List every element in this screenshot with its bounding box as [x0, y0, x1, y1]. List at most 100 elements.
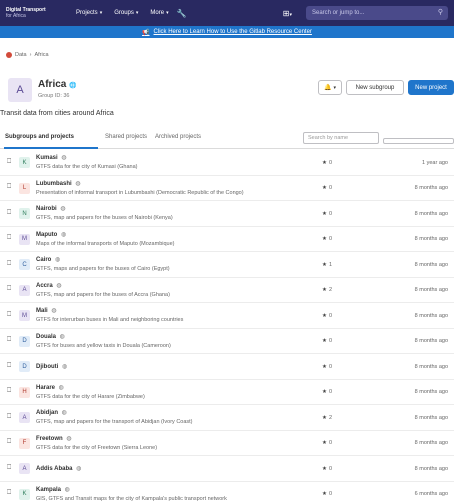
- project-name: Abidjan: [36, 410, 58, 416]
- active-tab-indicator: [4, 147, 98, 149]
- project-avatar: M: [19, 233, 30, 245]
- project-row[interactable]: ⎕ L Lubumbashi ◍ Presentation of informal t…: [0, 176, 454, 201]
- star-count: ★ 0: [322, 338, 332, 344]
- last-updated: 8 months ago: [414, 440, 448, 447]
- project-name-link[interactable]: Kumasi ◍: [36, 154, 67, 161]
- project-name-link[interactable]: Lubumbashi ◍: [36, 180, 81, 187]
- project-row[interactable]: ⎕ M Maputo ◍ Maps of the informal transport…: [0, 227, 454, 252]
- wrench-icon[interactable]: 🔧: [177, 9, 187, 18]
- tab-archived-projects[interactable]: Archived projects: [155, 134, 201, 140]
- project-row[interactable]: ⎕ K Kampala ◍ GIS, GTFS and Transit maps fo…: [0, 482, 454, 503]
- star-count-value: 0: [328, 491, 332, 498]
- project-description: GTFS, map and papers for the buses of Na…: [36, 215, 173, 221]
- chevron-down-icon: ▾: [333, 84, 336, 91]
- project-row[interactable]: ⎕ C Cairo ◍ GTFS, maps and papers for the b…: [0, 252, 454, 278]
- star-count-value: 1: [328, 261, 332, 268]
- project-name-link[interactable]: Douala ◍: [36, 333, 65, 340]
- project-row[interactable]: ⎕ M Mali ◍ GTFS for interurban buses in Mal…: [0, 303, 454, 329]
- star-icon: ★: [322, 389, 327, 396]
- globe-icon: ◍: [74, 465, 82, 472]
- breadcrumb-current[interactable]: Africa: [34, 52, 48, 58]
- project-name: Kampala: [36, 486, 62, 493]
- groups-menu[interactable]: Groups ▾: [114, 10, 138, 16]
- star-count: ★ 0: [322, 491, 332, 497]
- bookmark-icon: ⎕: [7, 285, 12, 293]
- sort-dropdown[interactable]: [383, 138, 454, 144]
- new-project-button[interactable]: New project: [408, 80, 454, 95]
- project-name-link[interactable]: Freetown ◍: [36, 435, 72, 442]
- project-row[interactable]: ⎕ H Harare ◍ GTFS data for the city of Hara…: [0, 380, 454, 405]
- project-name-link[interactable]: Nairobi ◍: [36, 205, 66, 212]
- search-input[interactable]: Search or jump to... ⚲: [306, 6, 448, 20]
- project-name-link[interactable]: Harare ◍: [36, 384, 64, 391]
- project-description: GIS, GTFS and Transit maps for the city …: [36, 495, 227, 502]
- star-icon: ★: [322, 491, 327, 498]
- star-count: ★ 0: [322, 185, 332, 191]
- globe-icon: ◍: [59, 155, 67, 161]
- project-row[interactable]: ⎕ K Kumasi ◍ GTFS data for the city of Kuma…: [0, 150, 454, 176]
- group-id: Group ID: 36: [38, 93, 70, 99]
- breadcrumb-root[interactable]: Data: [15, 52, 27, 58]
- project-name-link[interactable]: Kampala ◍: [36, 486, 70, 493]
- project-description: GTFS for interurban buses in Mali and ne…: [36, 317, 184, 323]
- tab-shared-projects[interactable]: Shared projects: [105, 134, 147, 140]
- more-menu-label: More: [150, 10, 165, 16]
- bookmark-icon: ⎕: [7, 310, 12, 318]
- group-description: Transit data from cities around Africa: [0, 110, 114, 117]
- search-by-name-input[interactable]: Search by name: [303, 132, 379, 144]
- project-row[interactable]: ⎕ A Addis Ababa ◍ ★ 0 8 months ago: [0, 456, 454, 482]
- notification-button[interactable]: 🔔 ▾: [318, 80, 342, 95]
- last-updated: 8 months ago: [414, 236, 448, 243]
- star-count: ★ 1: [322, 262, 332, 268]
- project-name-link[interactable]: Accra ◍: [36, 282, 62, 289]
- brand-subtitle: for Africa: [6, 13, 26, 19]
- more-menu[interactable]: More ▾: [150, 10, 168, 16]
- star-icon: ★: [322, 287, 327, 294]
- search-placeholder: Search or jump to...: [312, 10, 365, 16]
- project-row[interactable]: ⎕ F Freetown ◍ GTFS data for the city of Fr…: [0, 431, 454, 456]
- star-count: ★ 0: [322, 364, 332, 370]
- project-name-link[interactable]: Addis Ababa ◍: [36, 465, 81, 472]
- project-name-link[interactable]: Djibouti ◍: [36, 363, 67, 370]
- project-row[interactable]: ⎕ A Abidjan ◍ GTFS, map and papers for the …: [0, 405, 454, 431]
- new-menu-button[interactable]: ⊞▾: [283, 9, 292, 18]
- chevron-down-icon: ▾: [289, 11, 292, 18]
- star-icon: ★: [322, 159, 327, 166]
- project-description: GTFS, map and papers for the transport o…: [36, 419, 193, 425]
- star-count: ★ 0: [322, 211, 332, 217]
- project-avatar: A: [19, 284, 30, 296]
- project-row[interactable]: ⎕ D Djibouti ◍ ★ 0 8 months ago: [0, 354, 454, 380]
- tab-subgroups-and-projects[interactable]: Subgroups and projects: [5, 134, 74, 140]
- star-count: ★ 2: [322, 287, 332, 293]
- bookmark-icon: ⎕: [7, 361, 12, 369]
- projects-menu[interactable]: Projects ▾: [76, 10, 102, 16]
- bullhorn-icon: 📢: [142, 29, 150, 36]
- bookmark-icon: ⎕: [7, 412, 12, 420]
- project-name-link[interactable]: Mali ◍: [36, 307, 57, 314]
- project-row[interactable]: ⎕ A Accra ◍ GTFS, map and papers for the bu…: [0, 278, 454, 303]
- project-avatar: L: [19, 182, 30, 194]
- project-name: Accra: [36, 282, 53, 289]
- project-avatar: C: [19, 259, 30, 271]
- brand-logo[interactable]: Digital Transport for Africa: [0, 7, 64, 19]
- last-updated: 8 months ago: [414, 338, 448, 345]
- project-avatar: K: [19, 157, 30, 169]
- project-description: Maps of the informal transports of Maput…: [36, 240, 175, 247]
- project-name-link[interactable]: Abidjan ◍: [36, 409, 67, 416]
- project-description: GTFS data for the city of Kumasi (Ghana): [36, 164, 138, 170]
- announcement-banner[interactable]: 📢 Click Here to Learn How to Use the Git…: [0, 26, 454, 38]
- banner-link[interactable]: Click Here to Learn How to Use the Gitla…: [154, 29, 312, 35]
- project-avatar: K: [19, 488, 30, 500]
- new-subgroup-button[interactable]: New subgroup: [346, 80, 404, 95]
- globe-icon: ◍: [60, 363, 68, 370]
- project-name: Addis Ababa: [36, 465, 73, 472]
- globe-icon: ◍: [73, 180, 81, 187]
- bookmark-icon: ⎕: [7, 387, 12, 395]
- project-row[interactable]: ⎕ N Nairobi ◍ GTFS, map and papers for the …: [0, 201, 454, 227]
- project-name-link[interactable]: Maputo ◍: [36, 231, 66, 238]
- project-avatar: A: [19, 412, 30, 424]
- project-row[interactable]: ⎕ D Douala ◍ GTFS for buses and yellow taxi…: [0, 329, 454, 354]
- project-name-link[interactable]: Cairo ◍: [36, 256, 60, 263]
- project-avatar: N: [19, 208, 30, 220]
- project-name: Freetown: [36, 435, 63, 442]
